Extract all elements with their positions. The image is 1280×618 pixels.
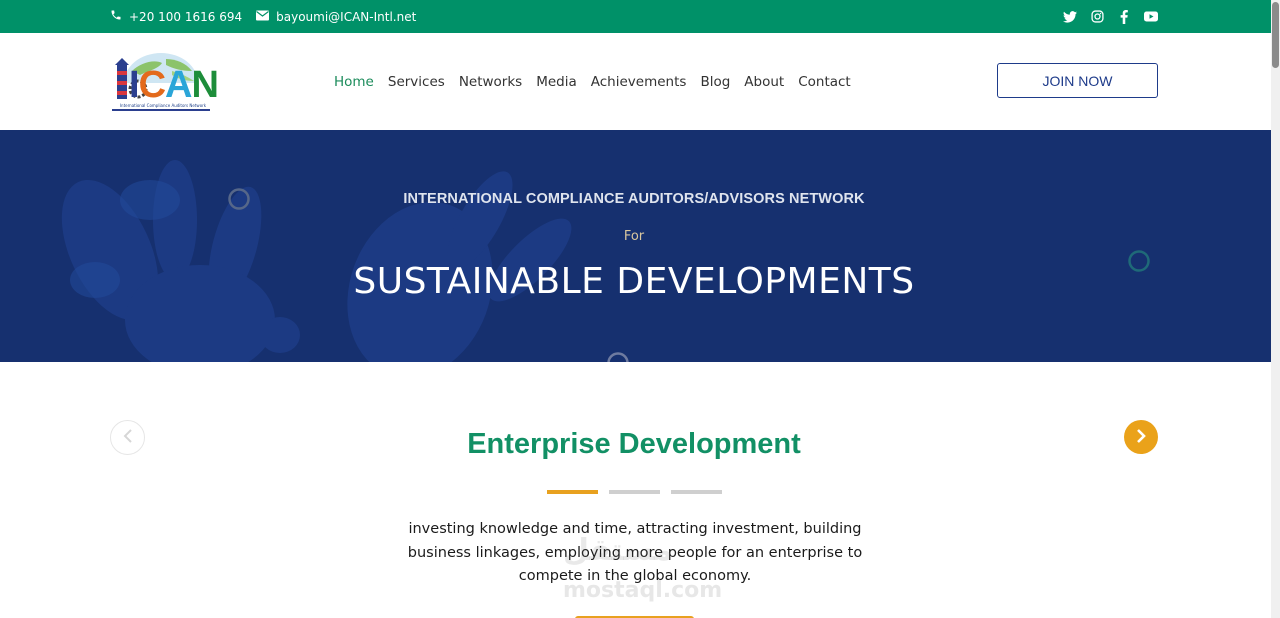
hero-title: SUSTAINABLE DEVELOPMENTS [353,261,915,302]
nav-item-achievements[interactable]: Achievements [591,74,687,90]
slider-dots [547,490,722,494]
site-header: ICAN International Compliance Auditors N… [0,33,1271,130]
hero-banner: INTERNATIONAL COMPLIANCE AUDITORS/ADVISO… [0,130,1271,362]
youtube-icon[interactable] [1144,10,1158,24]
nav-item-blog[interactable]: Blog [700,74,730,90]
logo-underline [112,109,210,111]
nav-item-networks[interactable]: Networks [459,74,522,90]
nav-item-services[interactable]: Services [388,74,445,90]
phone-number: +20 100 1616 694 [129,9,243,24]
phone-icon [110,9,122,24]
slider-dot-1[interactable] [547,490,598,494]
facebook-icon[interactable] [1117,9,1131,24]
logo-subtitle: International Compliance Auditors Networ… [119,103,207,108]
nav-item-about[interactable]: About [744,74,784,90]
slide-title: Enterprise Development [467,428,801,460]
page-scrollbar[interactable] [1271,0,1280,618]
site-logo[interactable]: ICAN International Compliance Auditors N… [110,49,219,113]
main-nav: Home Services Networks Media Achievement… [334,33,865,130]
services-slider: Enterprise Development investing knowled… [0,362,1271,618]
email-item[interactable]: bayoumi@ICAN-Intl.net [256,10,416,24]
nav-item-contact[interactable]: Contact [798,74,851,90]
scrollbar-thumb[interactable] [1272,2,1279,68]
contact-info: +20 100 1616 694 bayoumi@ICAN-Intl.net [110,0,416,33]
join-now-button[interactable]: JOIN NOW [997,63,1158,98]
envelope-icon [256,10,270,24]
instagram-icon[interactable] [1090,10,1104,24]
slide-description: investing knowledge and time, attracting… [407,521,863,584]
hands-background-graphic [61,160,1150,362]
logo-wordmark: ICAN [129,64,219,106]
hero-kicker: INTERNATIONAL COMPLIANCE AUDITORS/ADVISO… [403,191,865,207]
phone-item[interactable]: +20 100 1616 694 [110,9,242,24]
hero-for-text: For [623,229,645,244]
email-address: bayoumi@ICAN-Intl.net [276,9,417,24]
twitter-icon[interactable] [1063,10,1077,24]
top-contact-bar: +20 100 1616 694 bayoumi@ICAN-Intl.net [0,0,1271,33]
slider-dot-3[interactable] [671,490,722,494]
social-links [1063,0,1158,33]
slider-dot-2[interactable] [609,490,660,494]
nav-item-home[interactable]: Home [334,74,374,90]
nav-item-media[interactable]: Media [536,74,577,90]
